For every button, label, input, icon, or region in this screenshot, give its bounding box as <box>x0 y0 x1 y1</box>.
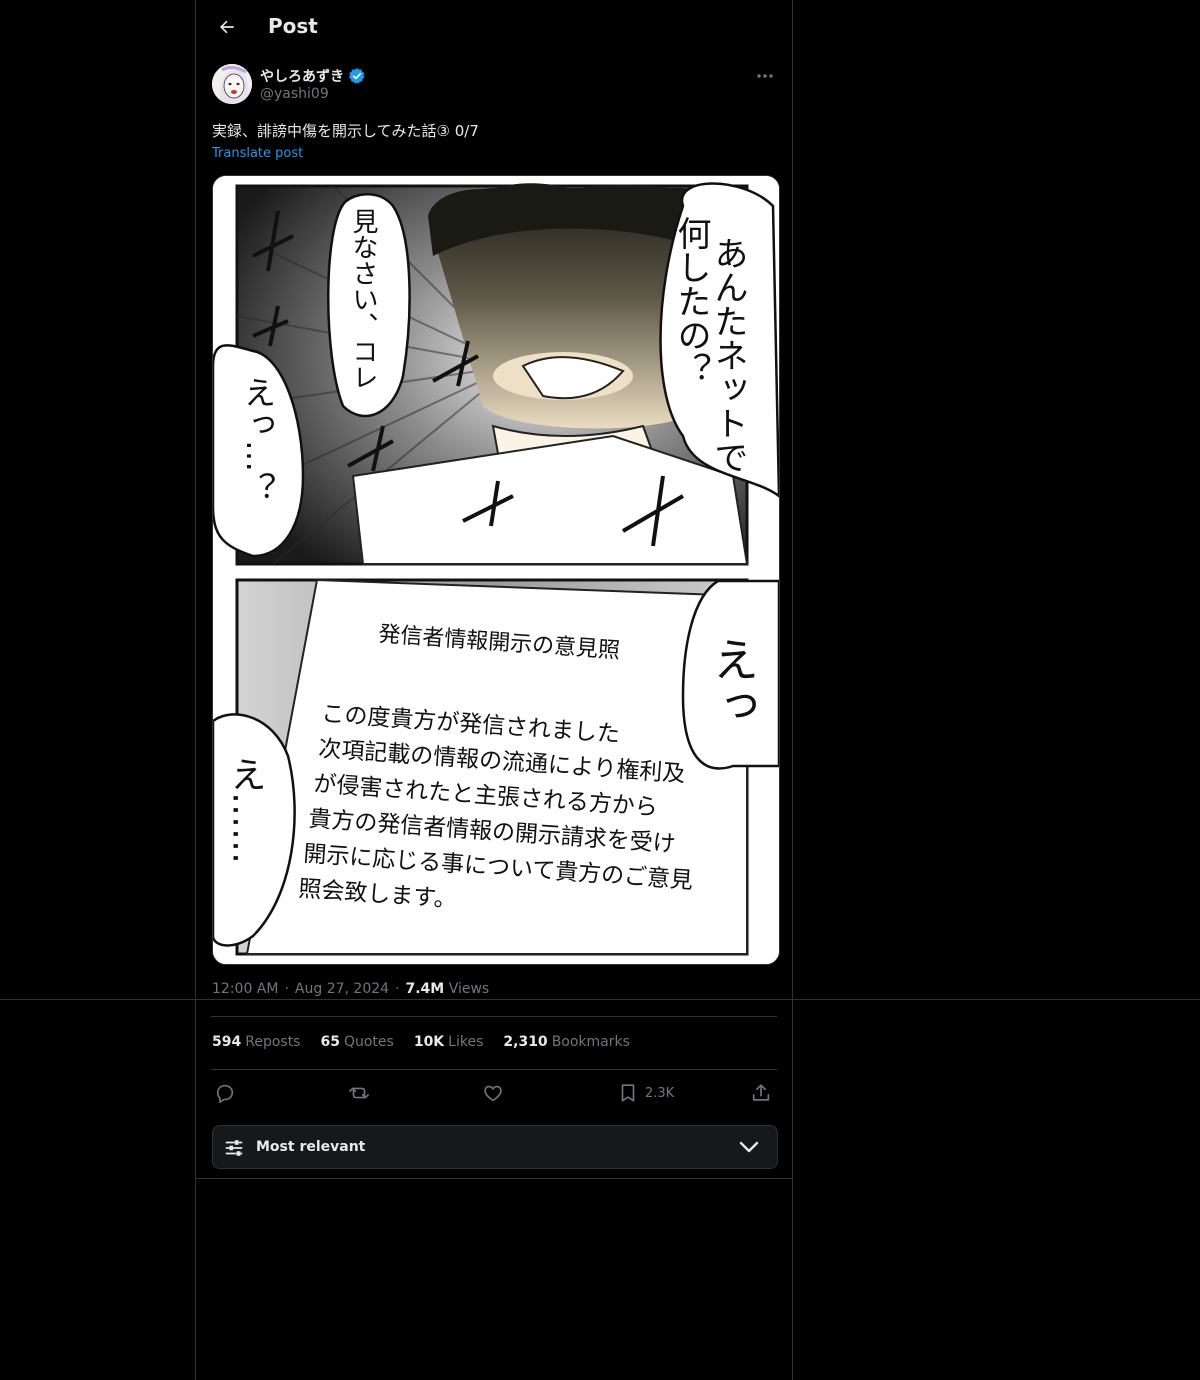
speech-bubble-left: え…… <box>225 756 266 864</box>
post-date[interactable]: Aug 27, 2024 <box>295 981 389 997</box>
avatar[interactable] <box>212 64 252 104</box>
back-arrow-icon <box>220 20 234 34</box>
user-handle[interactable]: @yashi09 <box>260 86 329 102</box>
views: 7.4M Views <box>406 981 490 997</box>
like-icon <box>484 1085 502 1102</box>
speech-bubble-mother: あんたネットで <box>708 236 748 474</box>
bookmark-button[interactable]: 2.3K <box>617 1082 674 1104</box>
post-column: Post やしろあずき @yashi09 実録、誹謗中傷を開示してみた話③ 0/… <box>195 0 793 1380</box>
post-image[interactable]: あんたネットで 何したの？ 見なさい、コレ えっ…？ 発信者情報開示の意見照 こ… <box>212 175 780 965</box>
header: Post <box>196 0 792 54</box>
display-name-text: やしろあずき <box>260 69 344 85</box>
like-button[interactable] <box>482 1082 504 1104</box>
svg-text:何したの？: 何したの？ <box>671 216 711 386</box>
divider <box>0 999 1200 1000</box>
views-count: 7.4M <box>405 981 445 997</box>
reply-button[interactable] <box>214 1082 236 1104</box>
more-icon <box>757 74 773 78</box>
back-button[interactable] <box>210 10 244 44</box>
speech-bubble-eh: えっ…？ <box>239 376 277 504</box>
page-title: Post <box>268 14 318 38</box>
top-panel: あんたネットで 何したの？ 見なさい、コレ えっ…？ <box>213 182 779 566</box>
reply-icon <box>216 1084 234 1103</box>
stat-quotes[interactable]: 65 Quotes <box>320 1034 393 1050</box>
reply-sort-dropdown[interactable]: Most relevant <box>212 1125 778 1169</box>
views-label: Views <box>448 981 490 997</box>
sort-label: Most relevant <box>256 1139 366 1155</box>
stat-reposts[interactable]: 594 Reposts <box>212 1034 300 1050</box>
share-icon <box>752 1084 770 1101</box>
divider <box>211 1016 777 1017</box>
more-button[interactable] <box>752 66 778 86</box>
repost-button[interactable] <box>348 1082 370 1104</box>
speech-bubble-right: えっ <box>706 636 760 728</box>
sliders-icon <box>225 1140 243 1156</box>
action-bar: 2.3K <box>212 1078 778 1110</box>
repost-icon <box>349 1087 369 1099</box>
post-meta: 12:00 AM · Aug 27, 2024 · 7.4M Views <box>212 981 490 997</box>
bookmark-icon <box>621 1084 635 1102</box>
translate-post-link[interactable]: Translate post <box>212 146 303 161</box>
chevron-down-icon <box>739 1141 759 1153</box>
divider <box>211 1069 777 1070</box>
display-name[interactable]: やしろあずき <box>260 66 366 86</box>
speech-bubble-show: 見なさい、コレ <box>348 208 378 390</box>
post-stats: 594 Reposts 65 Quotes 10K Likes 2,310 Bookma… <box>212 1034 630 1050</box>
post-time[interactable]: 12:00 AM <box>212 981 278 997</box>
verified-badge-icon <box>349 68 365 84</box>
share-button[interactable] <box>750 1082 772 1104</box>
stat-likes[interactable]: 10K Likes <box>414 1034 484 1050</box>
stat-bookmarks[interactable]: 2,310 Bookmarks <box>503 1034 630 1050</box>
post-text: 実録、誹謗中傷を開示してみた話③ 0/7 <box>212 122 479 140</box>
bottom-panel: 発信者情報開示の意見照 この度貴方が発信されました 次項記載の情報の流通により権… <box>213 578 779 956</box>
bookmark-count: 2.3K <box>645 1085 675 1101</box>
divider <box>196 1178 793 1179</box>
